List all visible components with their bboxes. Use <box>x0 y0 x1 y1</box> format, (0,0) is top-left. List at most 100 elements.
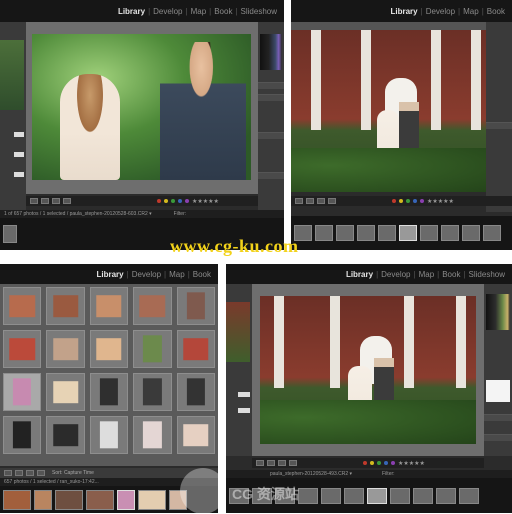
grid-view-button[interactable] <box>295 198 303 204</box>
filmstrip-thumb[interactable] <box>298 487 318 504</box>
filter-label[interactable]: Filter: <box>382 471 395 477</box>
color-label-red[interactable] <box>157 199 161 203</box>
module-library[interactable]: Library <box>387 7 420 16</box>
module-library[interactable]: Library <box>343 270 376 279</box>
filmstrip-thumb[interactable] <box>420 225 438 241</box>
left-panel-control[interactable] <box>238 408 250 413</box>
filmstrip-thumb[interactable] <box>462 225 480 241</box>
module-map[interactable]: Map <box>188 7 210 16</box>
compare-view-button[interactable] <box>26 470 34 476</box>
grid-cell[interactable] <box>3 330 42 368</box>
grid-cell[interactable] <box>3 287 42 325</box>
color-label-red[interactable] <box>363 461 367 465</box>
loupe-view-button[interactable] <box>15 470 23 476</box>
star-rating[interactable]: ★★★★★ <box>398 460 425 467</box>
star-rating[interactable]: ★★★★★ <box>192 198 219 205</box>
sort-label[interactable]: Sort: Capture Time <box>52 470 94 476</box>
star-rating[interactable]: ★★★★★ <box>427 198 454 205</box>
filmstrip-thumb[interactable] <box>378 225 396 241</box>
keyword-box[interactable] <box>486 380 510 402</box>
filmstrip-thumb[interactable] <box>344 487 364 504</box>
color-label-blue[interactable] <box>178 199 182 203</box>
color-label-green[interactable] <box>171 199 175 203</box>
grid-cell[interactable] <box>46 416 85 454</box>
filmstrip-thumb[interactable] <box>86 489 114 510</box>
module-develop[interactable]: Develop <box>423 7 458 16</box>
module-develop[interactable]: Develop <box>150 7 185 16</box>
filmstrip-thumb[interactable] <box>441 225 459 241</box>
compare-view-button[interactable] <box>278 460 286 466</box>
filmstrip-thumb[interactable] <box>138 489 166 510</box>
panel-row[interactable] <box>486 122 512 129</box>
quick-develop-row[interactable] <box>258 82 284 89</box>
grid-cell[interactable] <box>46 330 85 368</box>
panel-row[interactable] <box>484 434 512 441</box>
module-map[interactable]: Map <box>416 270 438 279</box>
module-map[interactable]: Map <box>460 7 482 16</box>
quick-develop-row[interactable] <box>258 172 284 179</box>
grid-view-button[interactable] <box>256 460 264 466</box>
color-label-blue[interactable] <box>413 199 417 203</box>
filmstrip-thumb[interactable] <box>3 225 17 243</box>
color-label-yellow[interactable] <box>399 199 403 203</box>
grid-cell[interactable] <box>176 373 215 411</box>
filmstrip-thumb[interactable] <box>390 487 410 504</box>
filmstrip-thumb-selected[interactable] <box>367 487 387 504</box>
color-label-red[interactable] <box>392 199 396 203</box>
filmstrip-thumb[interactable] <box>34 489 52 510</box>
module-book[interactable]: Book <box>211 7 235 16</box>
panel-row[interactable] <box>484 414 512 421</box>
filmstrip-thumb[interactable] <box>321 487 341 504</box>
navigator-thumbnail[interactable] <box>0 40 24 110</box>
compare-view-button[interactable] <box>52 198 60 204</box>
grid-cell[interactable] <box>89 373 129 411</box>
left-panel-control[interactable] <box>238 392 250 397</box>
left-panel-control[interactable] <box>14 172 24 177</box>
module-develop[interactable]: Develop <box>378 270 413 279</box>
grid-cell[interactable] <box>89 287 129 325</box>
filmstrip-thumb[interactable] <box>483 225 501 241</box>
module-library[interactable]: Library <box>93 270 126 279</box>
filmstrip-thumb[interactable] <box>413 487 433 504</box>
filmstrip-thumb[interactable] <box>336 225 354 241</box>
navigator-thumbnail[interactable] <box>226 302 250 362</box>
grid-cell[interactable] <box>176 416 215 454</box>
quick-develop-row[interactable] <box>258 94 284 101</box>
filmstrip-thumb[interactable] <box>357 225 375 241</box>
filmstrip-thumb[interactable] <box>3 489 31 510</box>
survey-view-button[interactable] <box>37 470 45 476</box>
survey-view-button[interactable] <box>328 198 336 204</box>
filmstrip-thumb-selected[interactable] <box>117 489 135 510</box>
grid-view-button[interactable] <box>4 470 12 476</box>
filmstrip-thumb[interactable] <box>55 489 83 510</box>
color-label-yellow[interactable] <box>164 199 168 203</box>
color-label-purple[interactable] <box>391 461 395 465</box>
grid-cell[interactable] <box>3 416 42 454</box>
color-label-yellow[interactable] <box>370 461 374 465</box>
loupe-view-button[interactable] <box>306 198 314 204</box>
module-library[interactable]: Library <box>115 7 148 16</box>
module-map[interactable]: Map <box>166 270 188 279</box>
grid-cell[interactable] <box>176 287 215 325</box>
color-label-green[interactable] <box>406 199 410 203</box>
quick-develop-row[interactable] <box>258 132 284 139</box>
grid-cell[interactable] <box>133 287 172 325</box>
left-panel-control[interactable] <box>14 132 24 137</box>
filmstrip-thumb-selected[interactable] <box>399 225 417 241</box>
module-develop[interactable]: Develop <box>129 270 164 279</box>
filmstrip-thumb[interactable] <box>459 487 479 504</box>
color-label-purple[interactable] <box>420 199 424 203</box>
module-book[interactable]: Book <box>190 270 214 279</box>
module-book[interactable]: Book <box>484 7 508 16</box>
loupe-view-button[interactable] <box>41 198 49 204</box>
module-book[interactable]: Book <box>439 270 463 279</box>
filter-label[interactable]: Filter: <box>174 211 187 217</box>
color-label-green[interactable] <box>377 461 381 465</box>
survey-view-button[interactable] <box>289 460 297 466</box>
filmstrip-thumb[interactable] <box>315 225 333 241</box>
left-panel-control[interactable] <box>14 152 24 157</box>
grid-cell[interactable] <box>133 416 172 454</box>
survey-view-button[interactable] <box>63 198 71 204</box>
grid-cell[interactable] <box>133 373 172 411</box>
mansion-wedding-photo[interactable] <box>291 30 486 192</box>
